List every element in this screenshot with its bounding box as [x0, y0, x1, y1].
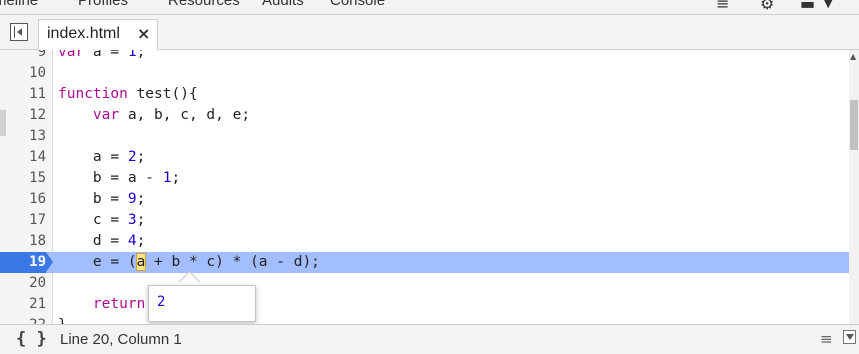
tab-timeline[interactable]: Timeline	[0, 0, 38, 9]
line-number-current[interactable]: 19	[0, 252, 46, 273]
code-line: 21 return e;	[0, 294, 850, 315]
line-number[interactable]: 16	[0, 189, 46, 210]
tab-audits[interactable]: Audits	[262, 0, 304, 9]
line-number[interactable]: 9	[0, 50, 46, 63]
gear-icon[interactable]: ⚙	[760, 0, 774, 13]
line-number[interactable]: 14	[0, 147, 46, 168]
chevron-down-icon	[846, 334, 854, 340]
status-bar: { } Line 20, Column 1 ≡	[0, 324, 859, 354]
source-editor[interactable]: 9 var a = 1; 10 11 function test(){ 12 v…	[0, 50, 850, 324]
code-line: 9 var a = 1;	[0, 50, 850, 63]
cursor-position: Line 20, Column 1	[60, 331, 182, 348]
tab-profiles[interactable]: Profiles	[78, 0, 128, 9]
code-line: 16 b = 9;	[0, 189, 850, 210]
execution-pointer-icon	[46, 252, 53, 272]
line-code: function test(){	[58, 86, 198, 102]
code-line: 22 }	[0, 315, 850, 324]
hovered-variable[interactable]: a	[135, 253, 147, 271]
line-number[interactable]: 12	[0, 105, 46, 126]
line-number[interactable]: 11	[0, 84, 46, 105]
dock-dropdown-icon[interactable]: ▼	[824, 0, 832, 10]
line-number[interactable]: 20	[0, 273, 46, 294]
line-number[interactable]: 13	[0, 126, 46, 147]
navigator-toggle-button[interactable]	[10, 23, 28, 41]
tab-console[interactable]: Console	[330, 0, 385, 9]
scrollbar-thumb[interactable]	[850, 100, 858, 150]
line-number[interactable]: 10	[0, 63, 46, 84]
menu-icon[interactable]: ≡	[820, 330, 833, 348]
code-line: 15 b = a - 1;	[0, 168, 850, 189]
vertical-scrollbar[interactable]: ▲	[849, 50, 859, 324]
line-code: d = 4;	[58, 233, 146, 249]
line-number[interactable]: 15	[0, 168, 46, 189]
line-code: var a = 1;	[58, 50, 146, 60]
line-number[interactable]: 22	[0, 315, 46, 324]
line-number[interactable]: 17	[0, 210, 46, 231]
line-code: var a, b, c, d, e;	[92, 107, 251, 123]
line-number[interactable]: 21	[0, 294, 46, 315]
code-line: 13	[0, 126, 850, 147]
line-code: a = 2;	[58, 149, 146, 165]
line-code: b = 9;	[58, 191, 146, 207]
execution-line: 19 e = (a + b * c) * (a - d);	[0, 252, 850, 273]
code-line: 12 var a, b, c, d, e;	[0, 105, 850, 126]
file-tab-index-html[interactable]: index.html ×	[38, 19, 158, 50]
line-number[interactable]: 18	[0, 231, 46, 252]
scroll-down-button[interactable]	[843, 330, 856, 344]
devtools-panel-tabs: Timeline Profiles Resources Audits Conso…	[0, 0, 859, 15]
variable-value-popover: 2	[148, 285, 256, 322]
close-icon[interactable]: ×	[137, 24, 150, 43]
code-lines: 9 var a = 1; 10 11 function test(){ 12 v…	[0, 50, 850, 324]
pretty-print-button[interactable]: { }	[16, 329, 47, 349]
line-code: }	[58, 315, 67, 324]
line-code: c = 3;	[58, 212, 146, 228]
code-line: 10	[0, 63, 850, 84]
tab-resources[interactable]: Resources	[168, 0, 240, 9]
popover-value[interactable]: 2	[157, 294, 165, 310]
dock-icon[interactable]: ▬	[800, 0, 815, 13]
code-line: 11 function test(){	[0, 84, 850, 105]
code-line: 18 d = 4;	[0, 231, 850, 252]
toggle-arrow-icon	[17, 28, 22, 36]
line-code: b = a - 1;	[58, 170, 181, 186]
code-line: 17 c = 3;	[0, 210, 850, 231]
code-line: 20	[0, 273, 850, 294]
toggle-bar-icon	[14, 26, 15, 38]
file-tab-label: index.html	[47, 25, 120, 42]
console-drawer-icon[interactable]: ≡	[716, 0, 729, 13]
scroll-up-icon[interactable]: ▲	[850, 52, 856, 61]
file-tab-strip: index.html ×	[0, 15, 859, 50]
code-line: 14 a = 2;	[0, 147, 850, 168]
